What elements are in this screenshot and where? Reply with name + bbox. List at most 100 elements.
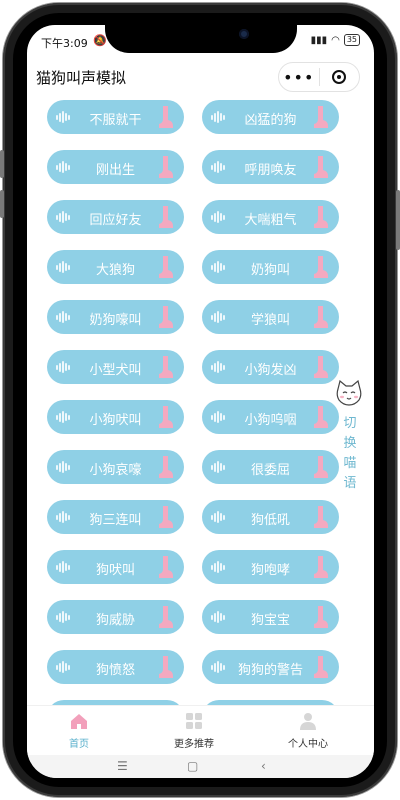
sound-label: 狗狗的警告 xyxy=(237,663,303,678)
more-menu-button[interactable]: ••• xyxy=(279,68,319,87)
sound-label: 凶猛的狗 xyxy=(244,113,297,128)
boot-icon xyxy=(314,306,328,328)
sound-wave-icon xyxy=(211,561,225,573)
more-dots-icon: ••• xyxy=(283,67,315,87)
sound-wave-icon xyxy=(211,211,225,223)
sound-button[interactable]: 回应好友 xyxy=(47,200,184,234)
target-icon xyxy=(332,70,347,84)
miniprogram-capsule: ••• xyxy=(278,62,360,92)
sound-wave-icon xyxy=(211,511,225,523)
sound-button[interactable]: 很委屈 xyxy=(202,450,339,484)
tab-label: 个人中心 xyxy=(288,739,328,750)
sound-wave-icon xyxy=(211,311,225,323)
boot-icon xyxy=(314,656,328,678)
tab-profile[interactable]: 个人中心 xyxy=(263,706,353,756)
boot-icon xyxy=(159,356,173,378)
boot-icon xyxy=(314,606,328,628)
sound-label: 狗宝宝 xyxy=(250,613,290,628)
sound-row: 狗愤怒 狗狗的警告 xyxy=(27,650,374,684)
boot-icon xyxy=(159,506,173,528)
sound-button[interactable]: 大狼狗 xyxy=(47,250,184,284)
sound-button[interactable]: 狗愤怒 xyxy=(47,650,184,684)
boot-icon xyxy=(159,106,173,128)
title-bar: 猫狗叫声模拟 ••• xyxy=(27,57,374,97)
sound-wave-icon xyxy=(56,461,70,473)
sound-wave-icon xyxy=(211,661,225,673)
sound-button[interactable]: 奶狗嚎叫 xyxy=(47,300,184,334)
boot-icon xyxy=(159,206,173,228)
sound-button[interactable]: 小型犬叫 xyxy=(47,350,184,384)
sound-label: 小狗呜咽 xyxy=(244,413,297,428)
grid-icon xyxy=(186,713,202,729)
sound-label: 刚出生 xyxy=(95,163,135,178)
wifi-icon: ◠ xyxy=(331,34,340,46)
sound-button[interactable]: 不服就干 xyxy=(47,100,184,134)
boot-icon xyxy=(159,306,173,328)
sound-label: 狗三连叫 xyxy=(89,513,142,528)
sound-label: 小狗哀嚎 xyxy=(89,463,142,478)
sound-button[interactable]: 小狗发凶 xyxy=(202,350,339,384)
tab-label: 更多推荐 xyxy=(174,739,214,750)
sound-wave-icon xyxy=(56,511,70,523)
sound-wave-icon xyxy=(56,211,70,223)
boot-icon xyxy=(314,356,328,378)
boot-icon xyxy=(159,256,173,278)
screen: 下午3:09 🔕 ▮▮▮ ◠ 35 猫狗叫声模拟 ••• 不服就干 凶猛的狗 刚出生… xyxy=(27,25,374,778)
boot-icon xyxy=(314,506,328,528)
back-key-icon[interactable]: ‹ xyxy=(261,759,266,773)
sound-button[interactable]: 小狗呜咽 xyxy=(202,400,339,434)
sound-row: 大狼狗 奶狗叫 xyxy=(27,250,374,284)
user-icon xyxy=(300,713,316,730)
sound-label: 不服就干 xyxy=(89,113,142,128)
sound-button[interactable]: 呼朋唤友 xyxy=(202,150,339,184)
sound-button[interactable]: 狗咆哮 xyxy=(202,550,339,584)
sound-button[interactable]: 狗狗的警告 xyxy=(202,650,339,684)
boot-icon xyxy=(314,406,328,428)
system-nav-bar: ☰ ▢ ‹ xyxy=(27,755,374,778)
sound-label: 大喘粗气 xyxy=(244,213,297,228)
sound-button[interactable]: 狗宝宝 xyxy=(202,600,339,634)
sound-wave-icon xyxy=(211,261,225,273)
volume-up-button xyxy=(0,150,4,178)
sound-button-grid: 不服就干 凶猛的狗 刚出生 呼朋唤友 回应好友 大喘粗气 大狼狗 奶狗叫 奶狗嚎叫 学狼叫 小型犬叫… xyxy=(27,95,374,705)
sound-button[interactable]: 小狗吠叫 xyxy=(47,400,184,434)
sound-wave-icon xyxy=(56,561,70,573)
home-key-icon[interactable]: ▢ xyxy=(187,759,198,773)
sound-wave-icon xyxy=(56,111,70,123)
sound-button[interactable]: 大喘粗气 xyxy=(202,200,339,234)
sound-button[interactable]: 狗低吼 xyxy=(202,500,339,534)
sound-label: 很委屈 xyxy=(250,463,290,478)
sound-row: 小狗哀嚎 很委屈 xyxy=(27,450,374,484)
sound-label: 回应好友 xyxy=(89,213,142,228)
sound-row: 小型犬叫 小狗发凶 xyxy=(27,350,374,384)
menu-key-icon[interactable]: ☰ xyxy=(117,759,128,773)
close-miniprogram-button[interactable] xyxy=(320,70,360,84)
tab-bar: 首页 更多推荐 个人中心 xyxy=(27,705,374,756)
sound-wave-icon xyxy=(211,461,225,473)
boot-icon xyxy=(314,106,328,128)
sound-label: 狗威胁 xyxy=(95,613,135,628)
sound-button[interactable]: 狗威胁 xyxy=(47,600,184,634)
tab-home[interactable]: 首页 xyxy=(34,706,124,756)
switch-language-button[interactable]: 切换喵语 xyxy=(335,379,365,494)
boot-icon xyxy=(314,206,328,228)
power-button xyxy=(396,190,400,250)
volume-down-button xyxy=(0,190,4,218)
sound-label: 呼朋唤友 xyxy=(244,163,297,178)
boot-icon xyxy=(159,406,173,428)
sound-button[interactable]: 狗三连叫 xyxy=(47,500,184,534)
sound-row: 狗三连叫 狗低吼 xyxy=(27,500,374,534)
sound-button[interactable]: 狗吠叫 xyxy=(47,550,184,584)
sound-button[interactable]: 学狼叫 xyxy=(202,300,339,334)
boot-icon xyxy=(159,156,173,178)
sound-row: 狗吠叫 狗咆哮 xyxy=(27,550,374,584)
sound-button[interactable]: 刚出生 xyxy=(47,150,184,184)
sound-label: 大狼狗 xyxy=(95,263,135,278)
sound-wave-icon xyxy=(211,111,225,123)
sound-button[interactable]: 凶猛的狗 xyxy=(202,100,339,134)
tab-more-recommend[interactable]: 更多推荐 xyxy=(149,706,239,756)
sound-button[interactable]: 小狗哀嚎 xyxy=(47,450,184,484)
sound-wave-icon xyxy=(56,361,70,373)
sound-button[interactable]: 奶狗叫 xyxy=(202,250,339,284)
page-title: 猫狗叫声模拟 xyxy=(36,69,127,87)
